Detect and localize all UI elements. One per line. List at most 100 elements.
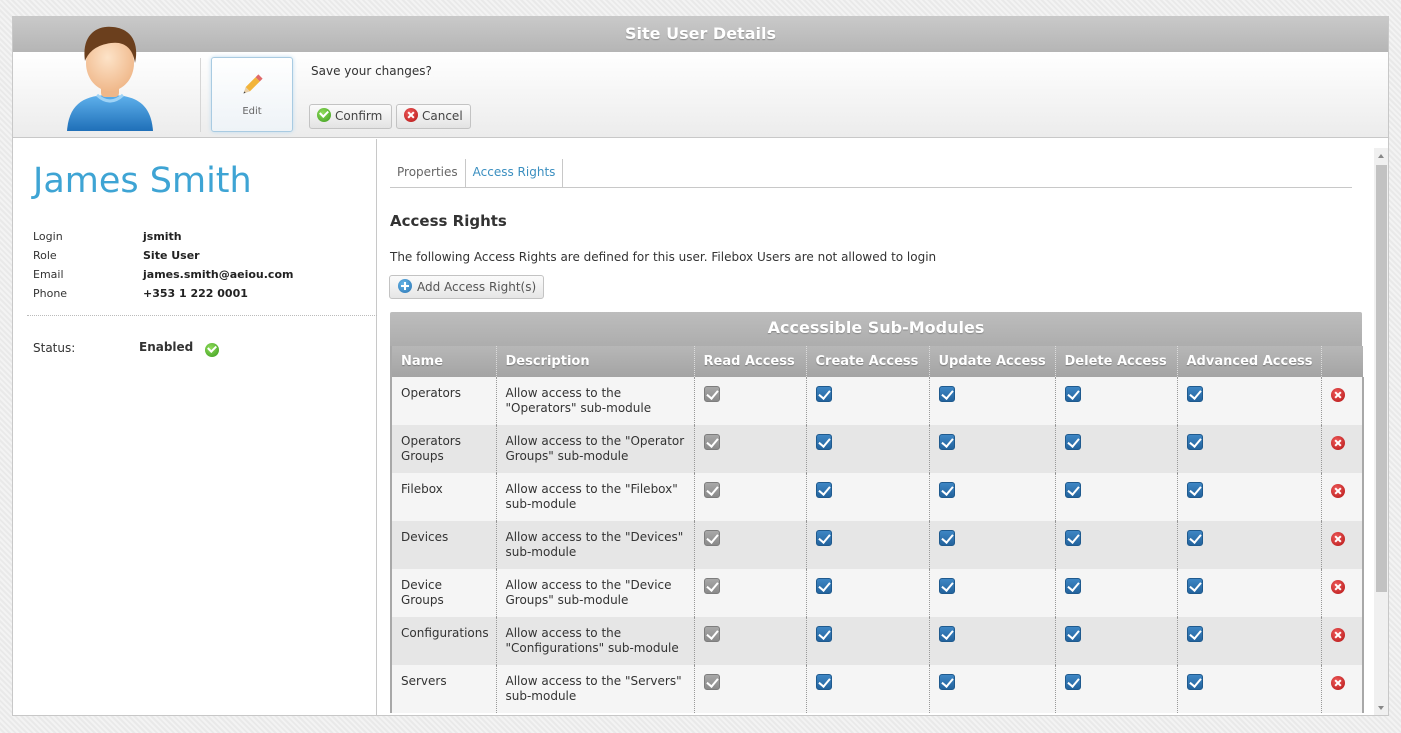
cell-advanced-access	[1176, 377, 1321, 425]
delete-circle-icon[interactable]	[1330, 532, 1345, 546]
delete-access-checkbox[interactable]	[1064, 386, 1081, 402]
update-access-checkbox[interactable]	[938, 674, 955, 690]
create-access-checkbox[interactable]	[815, 674, 832, 690]
cell-name: Devices	[390, 521, 496, 569]
user-avatar-icon	[67, 26, 153, 131]
info-row-role: Role Site User	[33, 246, 293, 265]
access-table: Name Description Read Access Create Acce…	[390, 346, 1364, 713]
cell-actions	[1320, 617, 1364, 665]
delete-access-checkbox[interactable]	[1064, 482, 1081, 498]
cell-update-access	[928, 569, 1055, 617]
column-header-read[interactable]: Read Access	[693, 346, 806, 377]
divider	[27, 315, 377, 316]
delete-circle-icon[interactable]	[1330, 436, 1345, 450]
delete-circle-icon[interactable]	[1330, 676, 1345, 690]
cell-description: Allow access to the "Devices" sub-module	[495, 521, 694, 569]
confirm-button[interactable]: Confirm	[309, 104, 392, 129]
user-name: James Smith	[33, 161, 252, 201]
advanced-access-checkbox[interactable]	[1186, 626, 1203, 642]
cell-description: Allow access to the "Filebox" sub-module	[495, 473, 694, 521]
cancel-button[interactable]: Cancel	[396, 104, 471, 129]
delete-access-checkbox[interactable]	[1064, 434, 1081, 450]
read-access-checkbox[interactable]	[703, 434, 720, 450]
advanced-access-checkbox[interactable]	[1186, 530, 1203, 546]
cell-name: Operators Groups	[390, 425, 496, 473]
info-value: Site User	[143, 249, 200, 262]
table-row: Filebox Allow access to the "Filebox" sub…	[390, 473, 1364, 521]
update-access-checkbox[interactable]	[938, 530, 955, 546]
column-header-delete[interactable]: Delete Access	[1054, 346, 1177, 377]
column-header-name[interactable]: Name	[390, 346, 496, 377]
update-access-checkbox[interactable]	[938, 626, 955, 642]
tab-access-rights[interactable]: Access Rights	[466, 159, 564, 187]
advanced-access-checkbox[interactable]	[1186, 482, 1203, 498]
table-row: Operators Allow access to the "Operators"…	[390, 377, 1364, 425]
cell-name: Servers	[390, 665, 496, 713]
delete-access-checkbox[interactable]	[1064, 530, 1081, 546]
advanced-access-checkbox[interactable]	[1186, 434, 1203, 450]
cell-read-access	[693, 569, 806, 617]
update-access-checkbox[interactable]	[938, 482, 955, 498]
column-header-description[interactable]: Description	[495, 346, 694, 377]
delete-access-checkbox[interactable]	[1064, 674, 1081, 690]
delete-access-checkbox[interactable]	[1064, 626, 1081, 642]
create-access-checkbox[interactable]	[815, 434, 832, 450]
delete-circle-icon[interactable]	[1330, 580, 1345, 594]
cell-read-access	[693, 377, 806, 425]
cell-create-access	[805, 425, 929, 473]
table-row: Configurations Allow access to the "Confi…	[390, 617, 1364, 665]
info-row-email: Email james.smith@aeiou.com	[33, 265, 293, 284]
delete-circle-icon[interactable]	[1330, 484, 1345, 498]
pencil-icon	[243, 74, 263, 94]
create-access-checkbox[interactable]	[815, 578, 832, 594]
advanced-access-checkbox[interactable]	[1186, 674, 1203, 690]
cell-read-access	[693, 617, 806, 665]
column-header-actions	[1320, 346, 1363, 377]
read-access-checkbox[interactable]	[703, 386, 720, 402]
delete-access-checkbox[interactable]	[1064, 578, 1081, 594]
info-key: Login	[33, 230, 63, 243]
delete-circle-icon[interactable]	[1330, 628, 1345, 642]
grid-title: Accessible Sub-Modules	[390, 312, 1362, 346]
update-access-checkbox[interactable]	[938, 578, 955, 594]
advanced-access-checkbox[interactable]	[1186, 386, 1203, 402]
cell-create-access	[805, 521, 929, 569]
cell-description: Allow access to the "Servers" sub-module	[495, 665, 694, 713]
table-row: Operators Groups Allow access to the "Ope…	[390, 425, 1364, 473]
scroll-up-arrow-icon[interactable]	[1374, 148, 1388, 163]
cell-name: Configurations	[390, 617, 496, 665]
update-access-checkbox[interactable]	[938, 386, 955, 402]
cell-create-access	[805, 377, 929, 425]
read-access-checkbox[interactable]	[703, 674, 720, 690]
create-access-checkbox[interactable]	[815, 626, 832, 642]
scrollbar-thumb[interactable]	[1376, 165, 1387, 592]
column-header-update[interactable]: Update Access	[928, 346, 1055, 377]
table-row: Servers Allow access to the "Servers" sub…	[390, 665, 1364, 713]
scroll-down-arrow-icon[interactable]	[1374, 701, 1388, 715]
edit-label: Edit	[242, 106, 262, 117]
read-access-checkbox[interactable]	[703, 626, 720, 642]
vertical-scrollbar[interactable]	[1374, 148, 1388, 715]
read-access-checkbox[interactable]	[703, 530, 720, 546]
create-access-checkbox[interactable]	[815, 482, 832, 498]
add-access-rights-button[interactable]: Add Access Right(s)	[389, 275, 545, 299]
read-access-checkbox[interactable]	[703, 578, 720, 594]
create-access-checkbox[interactable]	[815, 530, 832, 546]
cell-update-access	[928, 377, 1055, 425]
column-header-advanced[interactable]: Advanced Access	[1176, 346, 1321, 377]
create-access-checkbox[interactable]	[815, 386, 832, 402]
cell-update-access	[928, 617, 1055, 665]
cell-update-access	[928, 425, 1055, 473]
tab-properties[interactable]: Properties	[390, 159, 466, 187]
column-header-create[interactable]: Create Access	[805, 346, 929, 377]
cell-actions	[1320, 569, 1364, 617]
advanced-access-checkbox[interactable]	[1186, 578, 1203, 594]
update-access-checkbox[interactable]	[938, 434, 955, 450]
info-value: +353 1 222 0001	[143, 287, 248, 300]
read-access-checkbox[interactable]	[703, 482, 720, 498]
delete-circle-icon[interactable]	[1330, 388, 1345, 402]
cell-actions	[1320, 425, 1364, 473]
cell-advanced-access	[1176, 665, 1321, 713]
edit-button[interactable]: Edit	[211, 57, 293, 132]
table-header-row: Name Description Read Access Create Acce…	[390, 346, 1363, 377]
